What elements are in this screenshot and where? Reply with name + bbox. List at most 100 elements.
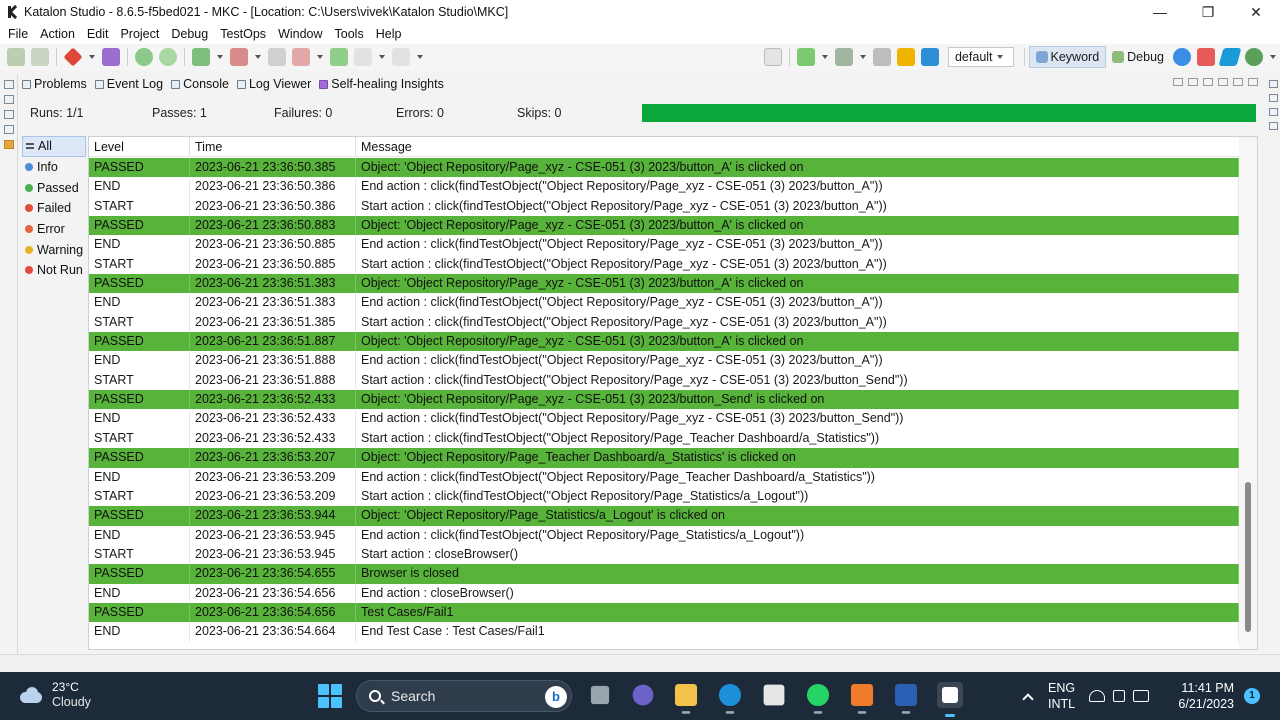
table-row[interactable]: END 2023-06-21 23:36:53.209 End action : c… [89,467,1239,487]
table-row[interactable]: END 2023-06-21 23:36:53.945 End action : c… [89,525,1239,545]
filter-not-run[interactable]: Not Run [22,260,86,281]
table-row[interactable]: END 2023-06-21 23:36:50.885 End action : c… [89,235,1239,255]
table-row[interactable]: START 2023-06-21 23:36:51.888 Start action… [89,370,1239,391]
volume-icon[interactable] [1113,690,1126,702]
run-icon[interactable] [796,48,815,66]
table-row[interactable]: END 2023-06-21 23:36:54.656 End action : c… [89,583,1239,603]
restore-view-icon[interactable] [1268,80,1278,88]
table-row[interactable]: END 2023-06-21 23:36:51.383 End action : c… [89,293,1239,313]
folder-icon[interactable] [674,683,698,714]
account-icon[interactable] [1245,48,1263,66]
menu-help[interactable]: Help [372,27,410,41]
new-katalon-icon[interactable] [63,47,83,67]
filter-error[interactable]: Error [22,219,86,240]
table-row[interactable]: START 2023-06-21 23:36:53.209 Start action… [89,486,1239,507]
save-icon[interactable] [7,48,25,66]
table-row[interactable]: PASSED 2023-06-21 23:36:53.207 Object: 'Ob… [89,448,1239,468]
debug-run-icon[interactable] [834,48,853,66]
filter-warning[interactable]: Warning [22,239,86,260]
xampp-icon[interactable] [850,683,874,714]
menu-tools[interactable]: Tools [331,27,372,41]
menu-file[interactable]: File [4,27,36,41]
table-row[interactable]: END 2023-06-21 23:36:50.386 End action : c… [89,177,1239,197]
minimize-button[interactable]: — [1136,0,1184,24]
chevron-down-icon[interactable] [1270,55,1276,59]
filter-info[interactable]: Info [22,157,86,178]
table-row[interactable]: START 2023-06-21 23:36:51.385 Start action… [89,312,1239,333]
terminal-icon[interactable] [763,48,782,66]
menu-window[interactable]: Window [274,27,330,41]
chevron-up-icon[interactable] [1022,693,1034,705]
column-header-level[interactable]: Level [89,137,190,157]
table-row[interactable]: END 2023-06-21 23:36:52.433 End action : c… [89,409,1239,429]
task-view-icon[interactable] [590,685,610,705]
perspective-debug[interactable]: Debug [1106,46,1170,68]
filter-passed[interactable]: Passed [22,177,86,198]
input-language[interactable]: ENG INTL [1048,680,1075,712]
table-row[interactable]: PASSED 2023-06-21 23:36:54.655 Browser is … [89,564,1239,584]
table-row[interactable]: PASSED 2023-06-21 23:36:54.656 Test Cases/… [89,602,1239,623]
table-row[interactable]: PASSED 2023-06-21 23:36:51.887 Object: 'Ob… [89,332,1239,352]
table-row[interactable]: START 2023-06-21 23:36:50.386 Start action… [89,196,1239,217]
katalon-recorder-icon[interactable] [896,48,915,66]
tab-log-viewer[interactable]: Log Viewer [236,77,311,91]
table-row[interactable]: END 2023-06-21 23:36:54.664 End Test Case … [89,622,1239,642]
table-row[interactable]: PASSED 2023-06-21 23:36:51.383 Object: 'Ob… [89,274,1239,294]
store-icon[interactable] [763,684,785,706]
battery-icon[interactable] [1133,690,1150,702]
scrollbar-thumb[interactable] [1245,482,1251,632]
variables-icon[interactable] [1268,122,1278,130]
minimize-view-icon[interactable] [1233,78,1243,86]
perspective-keyword[interactable]: Keyword [1028,46,1107,68]
filter-failed[interactable]: Failed [22,198,86,219]
spy-icon[interactable] [102,48,120,66]
menu-action[interactable]: Action [36,27,83,41]
taskbar-search[interactable]: Search b [356,680,572,712]
table-row[interactable]: PASSED 2023-06-21 23:36:52.433 Object: 'Ob… [89,390,1239,410]
menu-edit[interactable]: Edit [83,27,117,41]
keywords-browser-icon[interactable] [3,110,14,119]
maximize-view-icon[interactable] [1248,78,1258,86]
column-header-time[interactable]: Time [190,137,356,157]
stop-icon[interactable] [872,48,891,66]
notification-badge[interactable]: 1 [1244,688,1260,704]
menu-debug[interactable]: Debug [167,27,216,41]
table-row[interactable]: PASSED 2023-06-21 23:36:53.944 Object: 'Ob… [89,506,1239,526]
chevron-down-icon[interactable] [255,55,261,59]
new-test-case-icon[interactable] [192,48,210,66]
tests-explorer-icon[interactable] [3,95,14,104]
chevron-down-icon[interactable] [417,55,423,59]
back-icon[interactable] [354,48,372,66]
whatsapp-icon[interactable] [806,683,830,714]
bing-icon[interactable]: b [545,686,567,708]
weather-widget[interactable]: 23°C Cloudy [18,680,91,710]
tab-event-log[interactable]: Event Log [94,77,163,91]
chevron-down-icon[interactable] [317,55,323,59]
profile-select[interactable]: default [947,47,1014,67]
clock[interactable]: 11:41 PM 6/21/2023 [1172,680,1234,712]
outline-icon[interactable] [3,125,14,134]
record-web-icon[interactable] [135,48,153,66]
menu-testops[interactable]: TestOps [216,27,274,41]
table-row[interactable]: PASSED 2023-06-21 23:36:50.385 Object: 'Ob… [89,158,1239,178]
new-test-suite-icon[interactable] [230,48,248,66]
filter-all[interactable]: All [22,136,86,157]
plugin-store-icon[interactable] [1218,48,1242,66]
restore-button[interactable]: ❐ [1184,0,1232,24]
helper-icon[interactable] [3,140,14,149]
vertical-scrollbar[interactable] [1239,137,1257,649]
object-repository-icon[interactable] [268,48,286,66]
table-row[interactable]: START 2023-06-21 23:36:50.885 Start action… [89,254,1239,275]
menu-project[interactable]: Project [116,27,167,41]
teams-icon[interactable] [632,684,654,706]
table-row[interactable]: PASSED 2023-06-21 23:36:50.883 Object: 'Ob… [89,216,1239,236]
save-all-icon[interactable] [31,48,49,66]
chevron-down-icon[interactable] [379,55,385,59]
chevron-down-icon[interactable] [821,55,828,59]
global-variables-icon[interactable] [1268,94,1278,102]
restore-view-icon[interactable] [3,80,14,89]
report-icon[interactable] [292,48,310,66]
tab-console[interactable]: Console [171,77,229,91]
column-header-message[interactable]: Message [356,137,1239,157]
chevron-down-icon[interactable] [217,55,223,59]
